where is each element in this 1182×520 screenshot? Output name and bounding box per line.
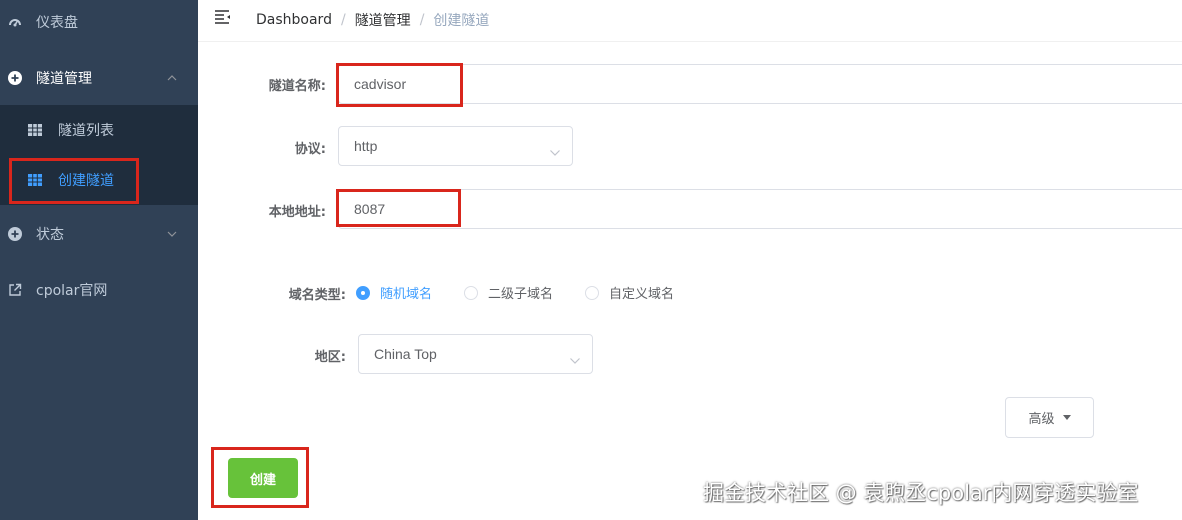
external-link-icon <box>8 283 22 297</box>
local-address-label: 本地地址: <box>268 205 326 220</box>
local-address-value: 8087 <box>354 201 386 217</box>
radio-label: 二级子域名 <box>488 287 554 302</box>
radio-subdomain[interactable]: 二级子域名 <box>464 283 553 302</box>
table-icon <box>28 124 42 136</box>
sidebar-item-cpolar-website[interactable]: cpolar官网 <box>0 262 198 318</box>
radio-label: 自定义域名 <box>609 287 675 302</box>
breadcrumb-item-create-tunnel: 创建隧道 <box>433 13 490 29</box>
chevron-up-icon <box>166 72 178 84</box>
advanced-label: 高级 <box>1028 412 1055 427</box>
plus-circle-icon <box>8 71 22 85</box>
sidebar-item-label: cpolar官网 <box>36 283 108 299</box>
watermark: 掘金技术社区 @ 袁煦丞cpolar内网穿透实验室 <box>703 481 1139 505</box>
tunnel-name-value: cadvisor <box>354 76 407 92</box>
sidebar-item-tunnel-management[interactable]: 隧道管理 <box>0 50 198 106</box>
sidebar-item-create-tunnel[interactable]: 创建隧道 <box>0 155 198 205</box>
radio-label: 随机域名 <box>380 287 433 302</box>
plus-circle-icon <box>8 227 22 241</box>
create-button[interactable]: 创建 <box>228 458 298 498</box>
table-icon <box>28 174 42 186</box>
sidebar-item-label: 仪表盘 <box>36 15 78 31</box>
sidebar-item-label: 状态 <box>36 227 64 243</box>
protocol-label: 协议: <box>294 142 326 157</box>
breadcrumb-item-tunnel-management[interactable]: 隧道管理 <box>355 10 411 30</box>
caret-down-icon <box>1062 415 1071 420</box>
local-address-input[interactable]: 8087 <box>338 189 1182 229</box>
header: Dashboard / 隧道管理 / 创建隧道 <box>198 0 1182 42</box>
sidebar-item-dashboard[interactable]: 仪表盘 <box>0 0 198 50</box>
dashboard-icon <box>8 15 22 29</box>
chevron-down-icon <box>166 228 178 240</box>
domain-type-label: 域名类型: <box>288 288 346 303</box>
sidebar-item-label: 隧道列表 <box>58 123 114 139</box>
sidebar: 仪表盘 隧道管理 隧道列表 创建隧道 状态 cpolar官网 <box>0 0 198 520</box>
sidebar-item-tunnel-list[interactable]: 隧道列表 <box>0 105 198 155</box>
radio-custom-domain[interactable]: 自定义域名 <box>585 283 674 302</box>
tunnel-name-input[interactable]: cadvisor <box>338 64 1182 104</box>
domain-type-radio-group: 随机域名 二级子域名 自定义域名 <box>356 283 674 302</box>
breadcrumb-separator: / <box>340 12 346 28</box>
tunnel-name-label: 隧道名称: <box>268 79 326 94</box>
region-label: 地区: <box>314 350 346 365</box>
create-label: 创建 <box>249 472 276 488</box>
protocol-value: http <box>354 138 378 154</box>
region-value: China Top <box>374 346 437 362</box>
sidebar-item-status[interactable]: 状态 <box>0 206 198 262</box>
radio-circle <box>585 285 600 300</box>
region-select[interactable]: China Top <box>358 334 593 374</box>
radio-circle <box>464 285 479 300</box>
radio-random-domain[interactable]: 随机域名 <box>356 283 432 302</box>
radio-circle <box>356 285 370 300</box>
protocol-select[interactable]: http <box>338 126 573 166</box>
breadcrumb-item-dashboard[interactable]: Dashboard <box>256 12 332 28</box>
advanced-dropdown-button[interactable]: 高级 <box>1005 397 1094 438</box>
hamburger-icon[interactable] <box>214 9 232 25</box>
breadcrumb-separator: / <box>419 12 425 28</box>
chevron-down-icon <box>550 143 560 156</box>
chevron-down-icon <box>570 351 580 364</box>
sidebar-item-label: 隧道管理 <box>36 71 92 87</box>
sidebar-item-label: 创建隧道 <box>58 173 114 189</box>
breadcrumb: Dashboard / 隧道管理 / 创建隧道 <box>256 10 489 30</box>
tunnel-submenu: 隧道列表 创建隧道 <box>0 105 198 205</box>
